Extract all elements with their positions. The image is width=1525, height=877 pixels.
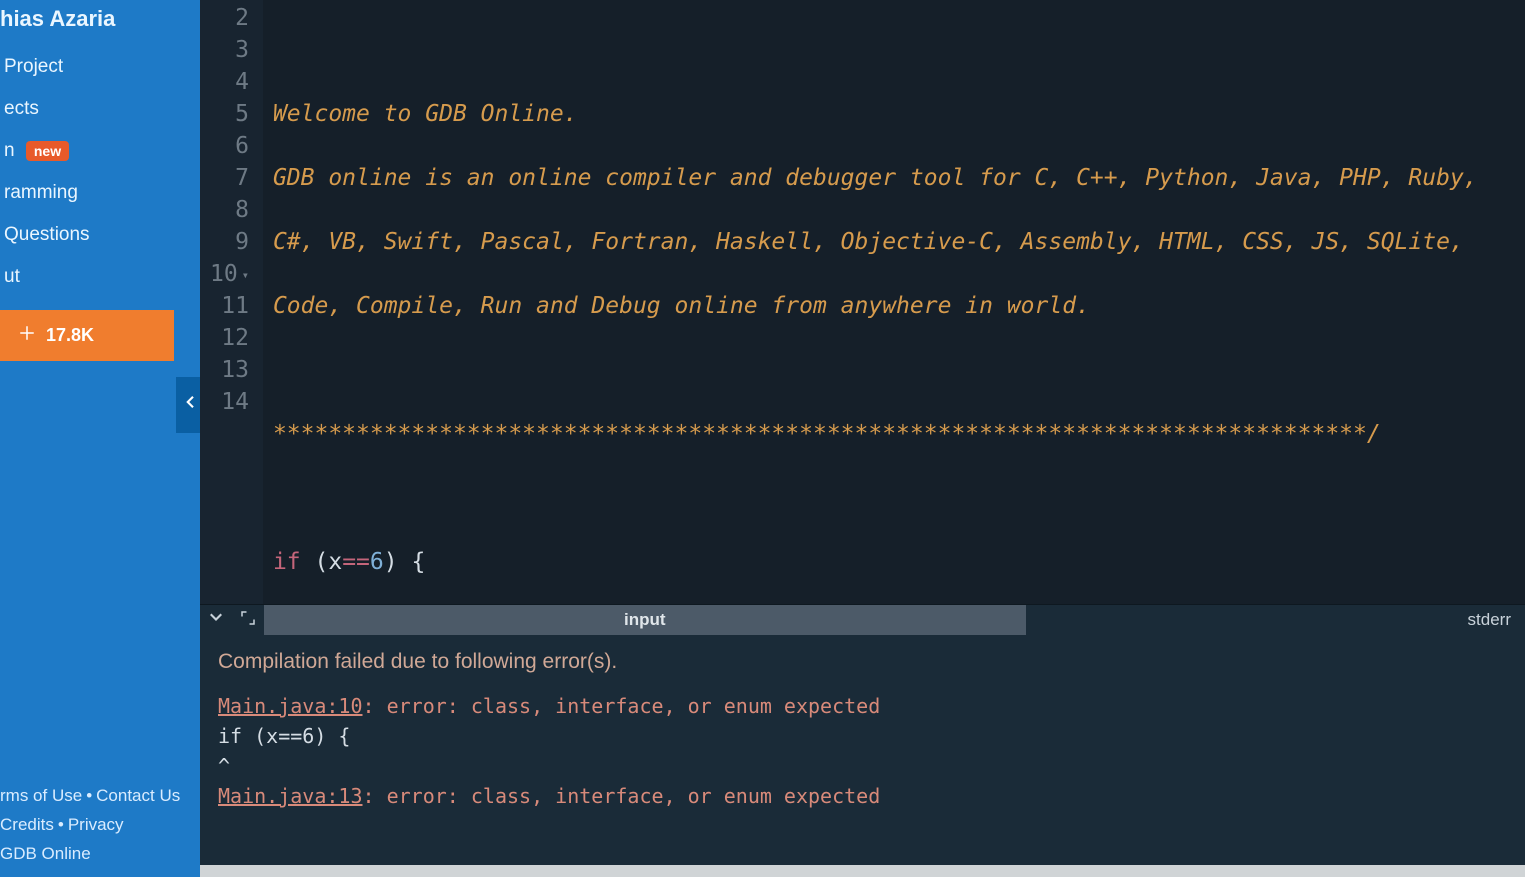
sidebar-item-about[interactable]: ut <box>0 256 200 298</box>
error-caret: ^ <box>218 751 1507 781</box>
main-area: 2 3 4 5 6 7 8 9 10 11 12 13 14 Welcome t… <box>200 0 1525 877</box>
ident: x <box>328 549 342 575</box>
collapse-console-button[interactable] <box>200 605 232 635</box>
sidebar-item-programming[interactable]: ramming <box>0 172 200 214</box>
code-line: ****************************************… <box>273 418 1478 450</box>
console-header: Compilation failed due to following erro… <box>218 647 1507 677</box>
line-number: 9 <box>210 226 249 258</box>
footer-link-privacy[interactable]: Privacy <box>68 815 124 834</box>
code-line: Welcome to GDB Online. <box>273 98 1478 130</box>
console-output[interactable]: Compilation failed due to following erro… <box>200 635 1525 865</box>
error-line: Main.java:10: error: class, interface, o… <box>218 691 1507 721</box>
line-number: 3 <box>210 34 249 66</box>
line-number[interactable]: 10 <box>210 258 249 290</box>
error-code: if (x==6) { <box>218 721 1507 751</box>
code-line: Code, Compile, Run and Debug online from… <box>273 290 1478 322</box>
line-number: 14 <box>210 386 249 418</box>
line-number: 6 <box>210 130 249 162</box>
footer-link-credits[interactable]: Credits <box>0 815 54 834</box>
comment: Code, Compile, Run and Debug online from… <box>273 293 1090 319</box>
footer-line-2: Credits•Privacy <box>0 811 198 840</box>
error-location: Main.java:13 <box>218 784 363 808</box>
code-line <box>273 354 1478 386</box>
app-root: hias Azaria Project ects n new ramming Q… <box>0 0 1525 877</box>
user-name: hias Azaria <box>0 0 200 46</box>
sidebar-item-label: Questions <box>4 224 90 245</box>
line-number: 12 <box>210 322 249 354</box>
sidebar-item-questions[interactable]: Questions <box>0 214 200 256</box>
sidebar-item-label: ects <box>4 98 39 119</box>
spacer <box>1026 605 1454 635</box>
num: 6 <box>370 549 384 575</box>
footer-line-1: rms of Use•Contact Us <box>0 782 198 811</box>
tab-input[interactable]: input <box>264 605 1026 635</box>
punct: ( <box>301 549 329 575</box>
sidebar-item-project[interactable]: Project <box>0 46 200 88</box>
separator-dot-icon: • <box>54 815 68 834</box>
new-badge: new <box>26 141 69 161</box>
status-bar <box>200 865 1525 877</box>
line-number: 8 <box>210 194 249 226</box>
line-number: 5 <box>210 98 249 130</box>
sidebar-item-label: Project <box>4 56 63 77</box>
footer-line-3: GDB Online <box>0 840 198 869</box>
gutter: 2 3 4 5 6 7 8 9 10 11 12 13 14 <box>200 0 263 604</box>
plus-icon <box>18 324 36 347</box>
sidebar-item-projects[interactable]: ects <box>0 88 200 130</box>
code-line: if (x==6) { <box>273 546 1478 578</box>
sidebar: hias Azaria Project ects n new ramming Q… <box>0 0 200 877</box>
separator-dot-icon: • <box>82 786 96 805</box>
share-button[interactable]: 17.8K <box>0 310 174 361</box>
line-number: 2 <box>210 2 249 34</box>
line-number: 13 <box>210 354 249 386</box>
footer-link-gdb[interactable]: GDB Online <box>0 844 91 863</box>
line-number: 4 <box>210 66 249 98</box>
comment: GDB online is an online compiler and deb… <box>273 165 1478 191</box>
code-line: C#, VB, Swift, Pascal, Fortran, Haskell,… <box>273 226 1478 258</box>
code-line <box>273 482 1478 514</box>
code-line <box>273 34 1478 66</box>
kw-if: if <box>273 549 301 575</box>
spacer <box>0 433 200 782</box>
sidebar-item-learn[interactable]: n new <box>0 130 200 172</box>
code-editor[interactable]: 2 3 4 5 6 7 8 9 10 11 12 13 14 Welcome t… <box>200 0 1525 604</box>
console-toolbar: input stderr <box>200 604 1525 635</box>
tab-stderr[interactable]: stderr <box>1454 605 1525 635</box>
op: == <box>342 549 370 575</box>
error-location: Main.java:10 <box>218 694 363 718</box>
code-line: GDB online is an online compiler and deb… <box>273 162 1478 194</box>
footer-link-terms[interactable]: rms of Use <box>0 786 82 805</box>
error-message: : error: class, interface, or enum expec… <box>363 694 881 718</box>
sidebar-item-label: ramming <box>4 182 78 203</box>
line-number: 7 <box>210 162 249 194</box>
comment: C#, VB, Swift, Pascal, Fortran, Haskell,… <box>273 229 1464 255</box>
comment: ****************************************… <box>273 421 1381 447</box>
expand-icon <box>239 609 257 632</box>
line-number: 11 <box>210 290 249 322</box>
comment: Welcome to GDB Online. <box>273 101 578 127</box>
tab-label: stderr <box>1468 610 1511 630</box>
chevron-left-icon <box>181 393 199 417</box>
chevron-down-icon <box>207 609 225 632</box>
punct: ) { <box>384 549 426 575</box>
share-count: 17.8K <box>46 325 94 346</box>
sidebar-item-label: n <box>4 140 15 161</box>
error-line: Main.java:13: error: class, interface, o… <box>218 781 1507 811</box>
tab-label: input <box>624 610 666 630</box>
error-message: : error: class, interface, or enum expec… <box>363 784 881 808</box>
code-area[interactable]: Welcome to GDB Online. GDB online is an … <box>263 0 1478 604</box>
footer-links: rms of Use•Contact Us Credits•Privacy GD… <box>0 782 200 877</box>
footer-link-contact[interactable]: Contact Us <box>96 786 180 805</box>
sidebar-item-label: ut <box>4 266 20 287</box>
expand-console-button[interactable] <box>232 605 264 635</box>
